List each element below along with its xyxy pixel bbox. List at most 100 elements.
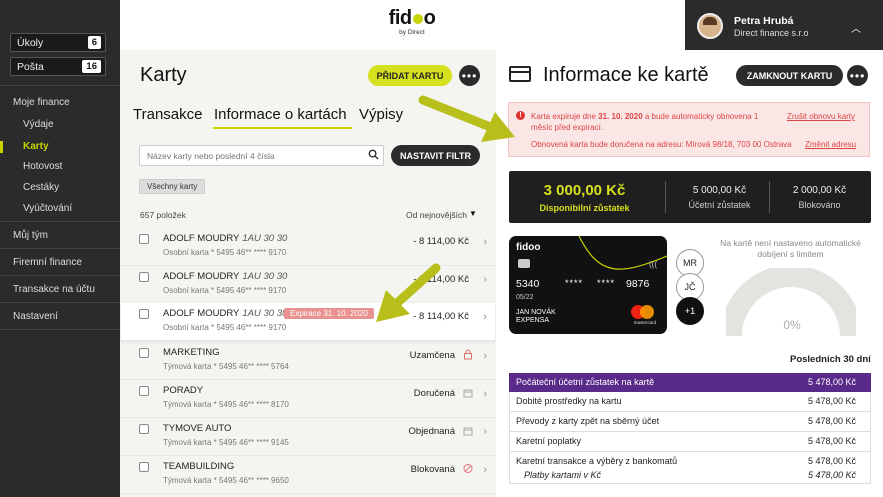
card-desc: Osobní karta * 5495 46** **** 9170 (163, 248, 287, 257)
sidebar-item-cash[interactable]: Hotovost (23, 161, 62, 172)
chevron-down-icon[interactable]: ▼ (469, 209, 477, 218)
tab-transactions[interactable]: Transakce (133, 106, 202, 123)
filter-chip-all-cards[interactable]: Všechny karty (139, 179, 206, 194)
add-card-button[interactable]: PŘIDAT KARTU (368, 65, 452, 86)
delivered-icon (463, 389, 473, 398)
sidebar-item-account-transactions[interactable]: Transakce na účtu (13, 284, 95, 295)
card-name: PORADY (163, 385, 204, 396)
available-value: 3 000,00 Kč (543, 182, 626, 199)
card-desc: Týmová karta * 5495 46** **** 8170 (163, 400, 289, 409)
sidebar-item-my-team[interactable]: Můj tým (13, 230, 48, 241)
change-address-link[interactable]: Změnit adresu (805, 140, 856, 149)
row-sub-value: 5 478,00 Kč (807, 470, 856, 480)
card-expiry: 05/22 (516, 294, 534, 301)
card-row[interactable]: MARKETING Týmová karta * 5495 46** **** … (121, 342, 495, 380)
card-status: Doručená (413, 388, 455, 399)
card-desc: Týmová karta * 5495 46** **** 5764 (163, 362, 289, 371)
sidebar-item-travel[interactable]: Cestáky (23, 182, 59, 193)
card-row[interactable]: PORADY Týmová karta * 5495 46** **** 817… (121, 380, 495, 418)
sidebar-item-settlement[interactable]: Vyúčtování (23, 203, 72, 214)
row-checkbox[interactable] (139, 234, 149, 244)
chevron-up-icon[interactable]: ︿ (851, 20, 861, 35)
summary-table: Počáteční účetní zůstatek na kartě 5 478… (509, 373, 871, 484)
tab-statements[interactable]: Výpisy (359, 106, 403, 123)
row-label: Dobité prostředky na kartu (516, 396, 622, 406)
available-balance: 3 000,00 Kč Disponibilní zůstatek (509, 171, 660, 223)
user-name: Petra Hrubá (734, 15, 794, 27)
avatar (697, 13, 723, 39)
row-label: Převody z karty zpět na sběrný účet (516, 416, 660, 426)
logo-dot-icon (412, 13, 423, 24)
chevron-right-icon[interactable]: › (483, 350, 487, 362)
item-count: 657 položek (140, 210, 186, 220)
card-name: TYMOVE AUTO (163, 423, 232, 434)
sidebar-item-expenses[interactable]: Výdaje (23, 119, 54, 130)
row-value: 5 478,00 Kč (807, 377, 856, 387)
chevron-right-icon[interactable]: › (483, 236, 487, 248)
cancel-renewal-link[interactable]: Zrušit obnovu karty (787, 112, 855, 121)
card-number-3: **** (597, 278, 616, 288)
fidoo-logo[interactable]: fid o by Direct (387, 8, 437, 36)
table-row: Převody z karty zpět na sběrný účet 5 47… (509, 412, 871, 432)
sidebar: Úkoly 6 Pošta 16 Moje finance Výdaje Kar… (0, 0, 120, 497)
card-row[interactable]: TYMOVE AUTO Týmová karta * 5495 46** ***… (121, 418, 495, 456)
alert-text-start: Karta expiruje dne (531, 112, 599, 121)
info-title: Informace ke kartě (543, 64, 709, 86)
sidebar-item-settings[interactable]: Nastavení (13, 311, 58, 322)
row-label: Počáteční účetní zůstatek na kartě (516, 377, 655, 387)
chevron-right-icon[interactable]: › (483, 464, 487, 476)
sidebar-item-tasks[interactable]: Úkoly 6 (10, 33, 106, 52)
alert-text: Karta expiruje dne 31. 10. 2020 a bude a… (531, 111, 771, 133)
balance-separator (665, 181, 666, 213)
more-options-button[interactable]: ••• (459, 65, 480, 86)
card-code: 1AU 30 30 (242, 271, 288, 282)
sidebar-item-company-finance[interactable]: Firemní finance (13, 257, 82, 268)
active-marker (0, 141, 3, 153)
annotation-arrow-right (418, 95, 515, 142)
balance-summary: 3 000,00 Kč Disponibilní zůstatek 5 000,… (509, 171, 871, 223)
user-menu[interactable]: Petra Hrubá Direct finance s.r.o ︿ (685, 0, 883, 50)
logo-text-start: fid (388, 7, 412, 29)
search-input[interactable] (139, 145, 384, 166)
tab-card-info[interactable]: Informace o kartách (214, 106, 347, 123)
card-desc: Osobní karta * 5495 46** **** 9170 (163, 323, 287, 332)
lock-card-button[interactable]: ZAMKNOUT KARTU (736, 65, 843, 86)
card-holder: ADOLF MOUDRY (163, 271, 240, 282)
card-brand: fidoo (516, 242, 541, 253)
sidebar-divider (0, 329, 120, 330)
table-header-row: Počáteční účetní zůstatek na kartě 5 478… (509, 373, 871, 392)
chevron-right-icon[interactable]: › (483, 388, 487, 400)
row-checkbox[interactable] (139, 386, 149, 396)
search-icon[interactable] (368, 149, 379, 160)
row-checkbox[interactable] (139, 424, 149, 434)
holder-line-1: JAN NOVÁK (516, 309, 556, 316)
auto-topup-note: Na kartě není nastaveno automatické dobí… (720, 238, 861, 259)
card-name: MARKETING (163, 347, 220, 358)
mail-count-badge: 16 (82, 60, 101, 73)
network-name: mastercard (633, 320, 657, 325)
chevron-right-icon[interactable]: › (483, 311, 487, 323)
row-label: Karetní poplatky (516, 436, 582, 446)
row-checkbox[interactable] (139, 348, 149, 358)
card-number-2: **** (565, 278, 584, 288)
more-users-button[interactable]: +1 (676, 297, 704, 325)
row-checkbox[interactable] (139, 272, 149, 282)
sidebar-item-cards[interactable]: Karty (23, 141, 49, 152)
info-more-button[interactable]: ••• (847, 65, 868, 86)
table-row: Dobité prostředky na kartu 5 478,00 Kč (509, 392, 871, 412)
sort-select[interactable]: Od nejnovějších (406, 210, 467, 220)
alert-date: 31. 10. 2020 (598, 112, 643, 121)
sidebar-item-my-finance[interactable]: Moje finance (13, 97, 70, 108)
chip-icon (518, 259, 530, 268)
row-value: 5 478,00 Kč (807, 416, 856, 426)
row-checkbox[interactable] (139, 309, 149, 319)
chevron-right-icon[interactable]: › (483, 274, 487, 286)
logo-text-end: o (423, 7, 436, 29)
ordered-icon (463, 427, 473, 436)
card-row[interactable]: TEAMBUILDING Týmová karta * 5495 46** **… (121, 456, 495, 494)
sidebar-item-mail[interactable]: Pošta 16 (10, 57, 106, 76)
chevron-right-icon[interactable]: › (483, 426, 487, 438)
card-code: 1AU 30 30 (242, 308, 288, 319)
alert-address: Obnovená karta bude doručena na adresu: … (531, 140, 792, 149)
row-checkbox[interactable] (139, 462, 149, 472)
